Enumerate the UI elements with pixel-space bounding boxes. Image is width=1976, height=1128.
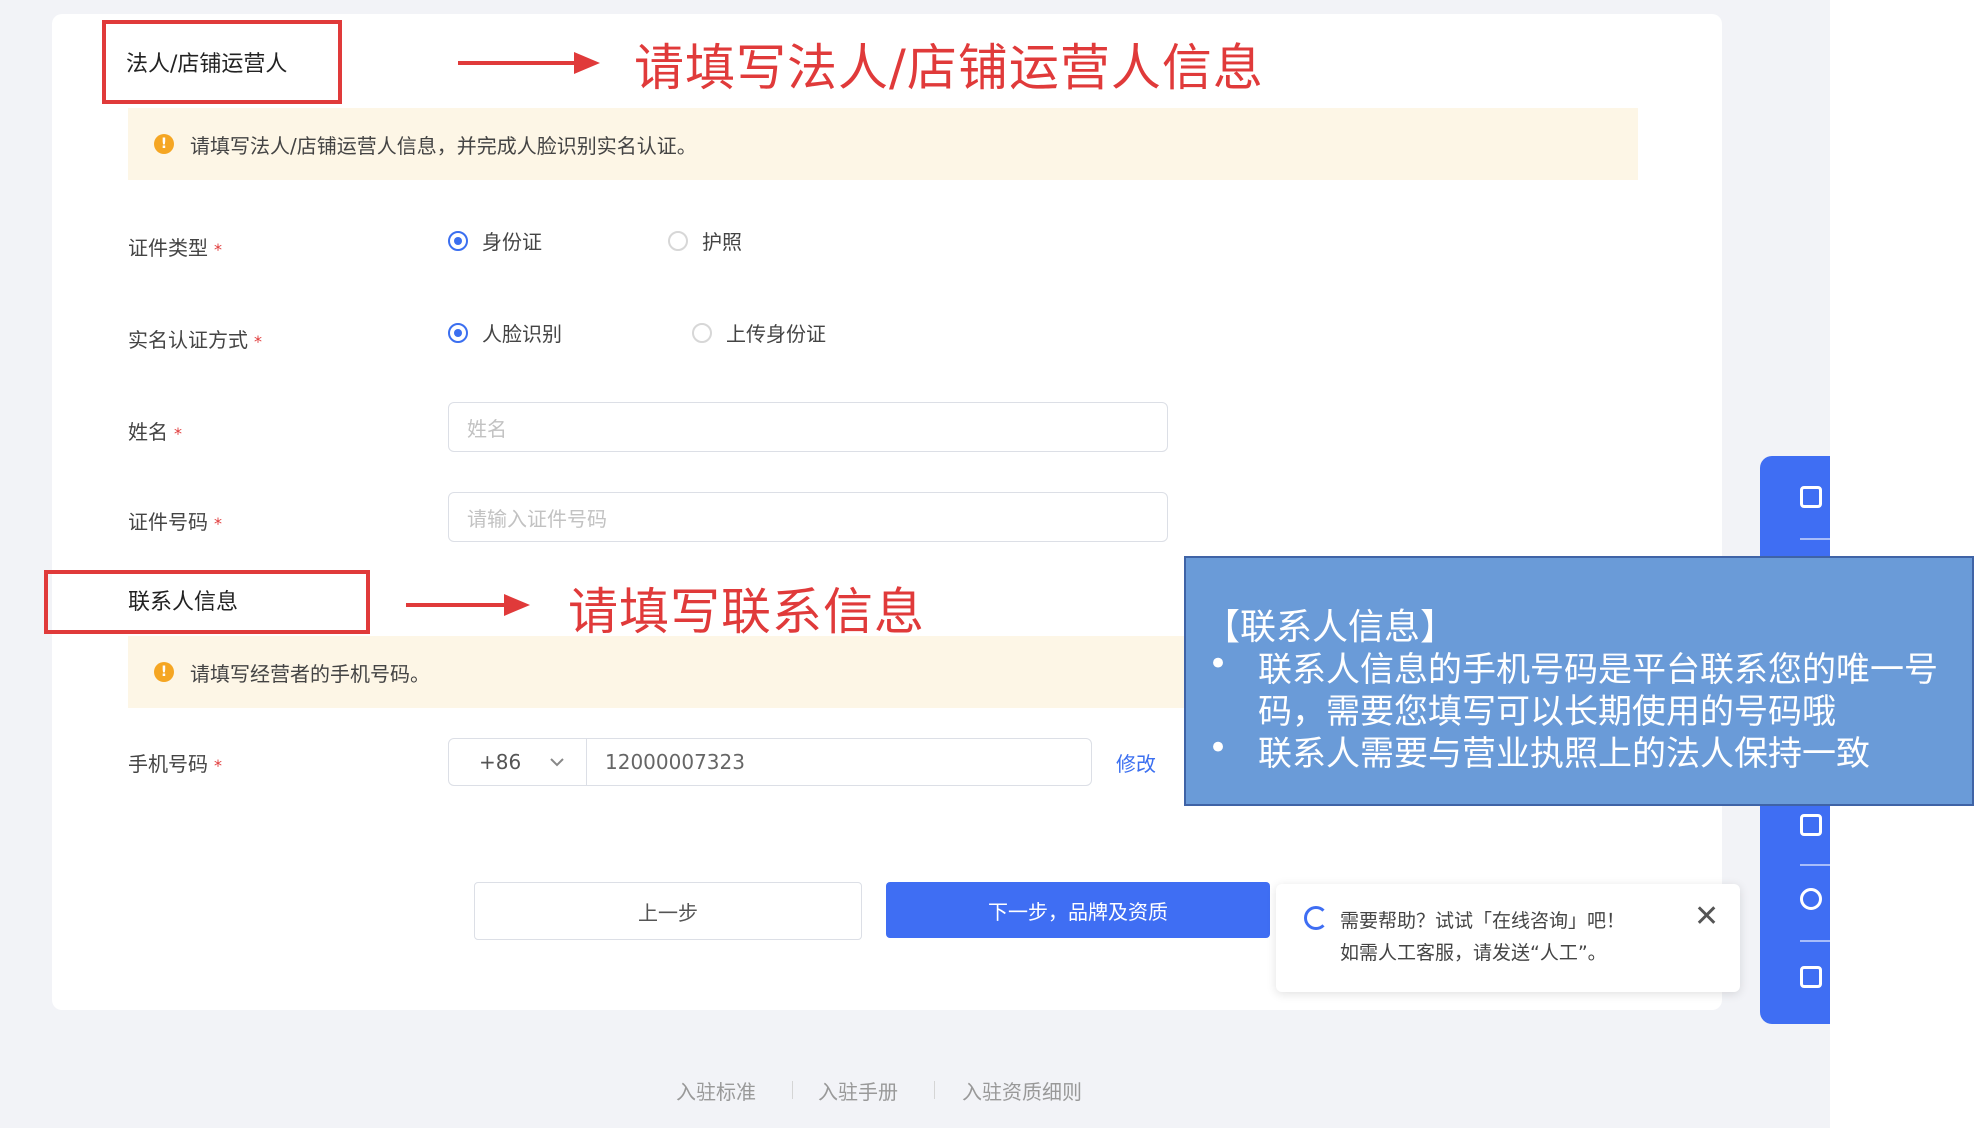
footer-divider [792,1081,793,1099]
prev-step-button[interactable]: 上一步 [474,882,862,940]
radio-face-recognition[interactable]: 人脸识别 [448,318,562,347]
phone-field: +86 12000007323 [448,738,1092,786]
panel-bullet2: 联系人需要与营业执照上的法人保持一致 [1258,734,1870,774]
footer-link-manual[interactable]: 入驻手册 [818,1076,898,1105]
notice-text: 请填写经营者的手机号码。 [190,661,430,686]
notice-contact: ! 请填写经营者的手机号码。 [128,636,1188,708]
warning-icon: ! [154,134,174,154]
phone-number-value: 12000007323 [605,750,745,774]
close-icon[interactable]: ✕ [1694,902,1719,932]
label-cert-type: 证件类型 * [128,236,222,260]
radio-unchecked-icon [668,230,688,251]
warning-icon: ! [154,662,174,682]
country-code-select[interactable]: +86 [449,739,587,785]
toolbar-divider [1800,864,1830,866]
annotation-arrow-1 [458,61,578,65]
toolbar-divider [1800,940,1830,942]
radio-checked-icon [448,230,468,251]
help-line1: 需要帮助？试试「在线咨询」吧！ [1340,910,1626,932]
radio-passport[interactable]: 护照 [668,226,742,255]
radio-checked-icon [448,322,468,343]
contact-info-annotation-panel: 【联系人信息】 • 联系人信息的手机号码是平台联系您的唯一号 码，需要您填写可以… [1184,556,1974,806]
modify-phone-link[interactable]: 修改 [1116,748,1156,777]
radio-id-card[interactable]: 身份证 [448,226,542,255]
bookmark-icon[interactable] [1800,486,1822,508]
bullet-dot: • [1208,728,1229,768]
bullet-dot: • [1208,644,1229,684]
annotation-arrow-2-head [504,594,530,616]
label-verify-method: 实名认证方式 * [128,328,262,352]
help-line2: 如需人工客服，请发送“人工”。 [1340,942,1607,964]
headset-icon [1304,906,1328,930]
toolbar-divider [1800,538,1830,540]
name-input[interactable]: 姓名 [448,402,1168,452]
bookmark-icon[interactable] [1800,814,1822,836]
radio-unchecked-icon [692,322,712,343]
radio-upload-id[interactable]: 上传身份证 [692,318,826,347]
footer-link-qualification[interactable]: 入驻资质细则 [962,1076,1082,1105]
section-title-contact: 联系人信息 [128,590,239,615]
chat-icon[interactable] [1800,966,1822,988]
annotation-arrow-2 [406,603,516,607]
notice-legal-person: ! 请填写法人/店铺运营人信息，并完成人脸识别实名认证。 [128,108,1638,180]
label-phone: 手机号码 * [128,752,222,776]
notice-text: 请填写法人/店铺运营人信息，并完成人脸识别实名认证。 [190,133,697,158]
chevron-down-icon [550,758,564,767]
annotation-contact: 请填写联系信息 [568,583,925,641]
help-popup: 需要帮助？试试「在线咨询」吧！ 如需人工客服，请发送“人工”。 ✕ [1276,884,1740,992]
label-name: 姓名 * [128,420,182,444]
label-cert-number: 证件号码 * [128,510,222,534]
footer-divider [934,1081,935,1099]
cert-number-input[interactable]: 请输入证件号码 [448,492,1168,542]
annotation-arrow-1-head [574,52,600,74]
next-step-button[interactable]: 下一步，品牌及资质 [886,882,1270,938]
headset-icon[interactable] [1800,888,1822,910]
annotation-legal-person: 请填写法人/店铺运营人信息 [634,39,1264,97]
footer-link-standard[interactable]: 入驻标准 [676,1076,756,1105]
section-title-legal-person: 法人/店铺运营人 [126,52,288,77]
